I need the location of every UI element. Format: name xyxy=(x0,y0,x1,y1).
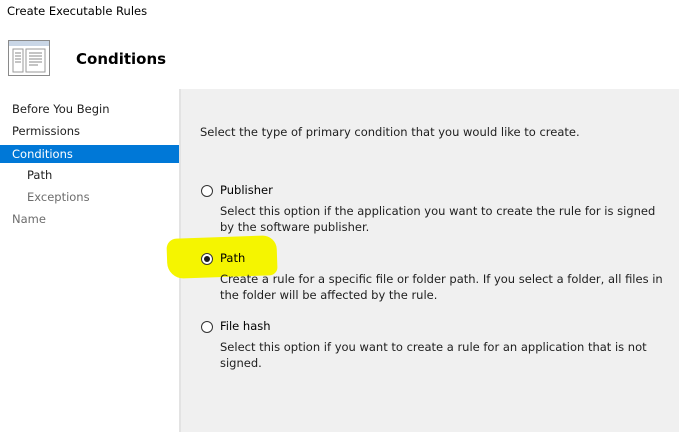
title-bar: Create Executable Rules xyxy=(0,0,679,26)
radio-selected-dot xyxy=(204,256,210,262)
page-title: Conditions xyxy=(76,50,167,68)
page-header: Conditions xyxy=(0,26,679,89)
file-hash-description: Select this option if you want to create… xyxy=(220,340,647,370)
path-radio[interactable] xyxy=(201,253,213,265)
publisher-label[interactable]: Publisher xyxy=(220,183,273,197)
wizard-steps-sidebar: Before You Begin Permissions Conditions … xyxy=(0,89,180,432)
sidebar-item-permissions[interactable]: Permissions xyxy=(0,122,179,140)
sidebar-item-name: Name xyxy=(12,212,46,226)
sidebar-item-exceptions: Exceptions xyxy=(27,190,90,204)
conditions-panel: Select the type of primary condition tha… xyxy=(166,89,679,432)
sidebar-item-before-you-begin[interactable]: Before You Begin xyxy=(0,100,179,118)
path-label[interactable]: Path xyxy=(220,251,245,265)
path-description: Create a rule for a specific file or fol… xyxy=(220,272,663,302)
file-hash-radio[interactable] xyxy=(201,321,213,333)
sidebar-item-path[interactable]: Path xyxy=(0,166,179,184)
option-publisher: Publisher Select this option if the appl… xyxy=(181,181,679,241)
wizard-page-icon xyxy=(8,40,50,76)
publisher-description: Select this option if the application yo… xyxy=(220,204,656,234)
publisher-radio[interactable] xyxy=(201,185,213,197)
file-hash-label[interactable]: File hash xyxy=(220,319,271,333)
sidebar-item-conditions[interactable]: Conditions xyxy=(0,145,179,163)
intro-text: Select the type of primary condition tha… xyxy=(200,125,580,139)
option-file-hash: File hash Select this option if you want… xyxy=(181,317,679,370)
window-title: Create Executable Rules xyxy=(7,4,148,18)
option-path: Path Create a rule for a specific file o… xyxy=(166,235,679,309)
